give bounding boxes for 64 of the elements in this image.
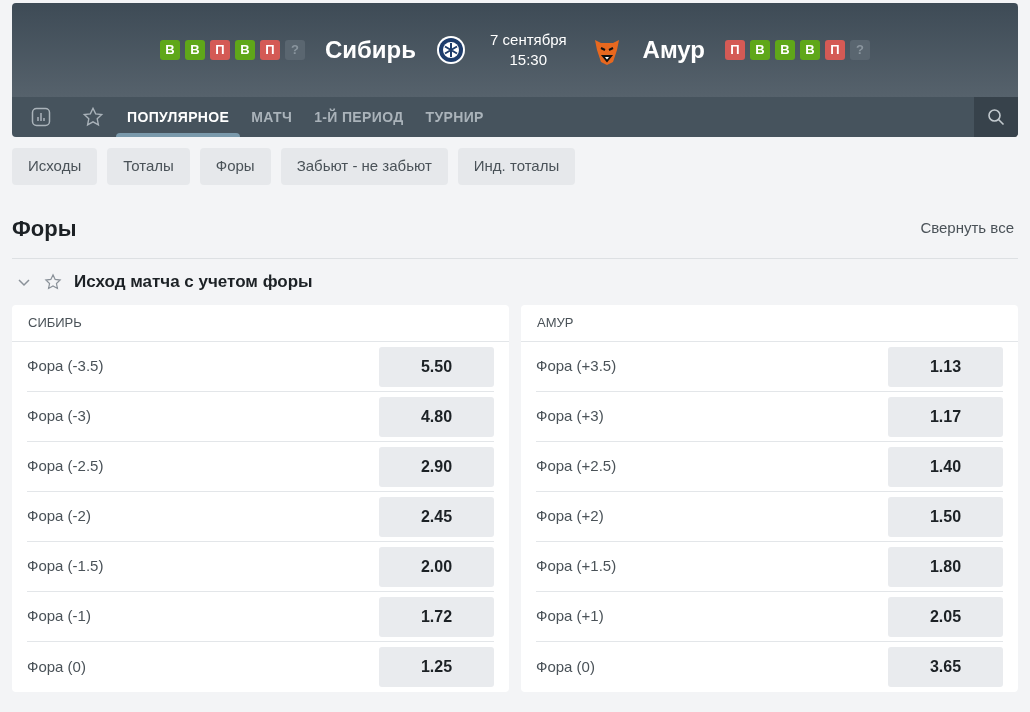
odds-button[interactable]: 2.90 — [379, 446, 494, 487]
form-badge: В — [775, 40, 796, 60]
form-badge: П — [825, 40, 846, 60]
handicap-label: Фора (+3) — [536, 406, 604, 427]
handicap-label: Фора (0) — [27, 656, 86, 677]
odds-button[interactable]: 3.65 — [888, 647, 1003, 687]
handicap-label: Фора (+3.5) — [536, 356, 617, 377]
handicap-label: Фора (-3) — [27, 406, 91, 427]
odds-button[interactable]: 2.05 — [888, 596, 1003, 637]
search-icon — [987, 108, 1005, 126]
odds-button[interactable]: 1.40 — [888, 446, 1003, 487]
odds-button[interactable]: 1.17 — [888, 396, 1003, 437]
odds-button[interactable]: 4.80 — [379, 396, 494, 437]
form-badge: В — [184, 40, 205, 60]
filter-chip[interactable]: Забьют - не забьют — [280, 148, 448, 185]
nav-tab[interactable]: ПОПУЛЯРНОЕ — [116, 97, 241, 137]
handicap-label: Фора (0) — [536, 656, 595, 677]
filter-chip[interactable]: Исходы — [12, 148, 98, 185]
filter-chip[interactable]: Тоталы — [107, 148, 190, 185]
nav-tab[interactable]: ТУРНИР — [414, 97, 495, 137]
star-icon — [82, 106, 104, 128]
handicap-label: Фора (-3.5) — [27, 356, 104, 377]
form-badge: П — [725, 40, 746, 60]
form-badge: П — [209, 40, 230, 60]
odds-button[interactable]: 1.13 — [888, 346, 1003, 387]
team-header: АМУР — [537, 314, 574, 333]
form-badge: В — [159, 40, 180, 60]
team-header: СИБИРЬ — [28, 314, 82, 333]
odds-button[interactable]: 2.45 — [379, 496, 494, 537]
collapse-all-link[interactable]: Свернуть все — [920, 217, 1014, 240]
filter-chip[interactable]: Инд. тоталы — [457, 148, 576, 185]
team-name: Сибирь — [324, 35, 417, 65]
section-title: Форы — [12, 215, 77, 243]
star-icon[interactable] — [44, 273, 62, 291]
handicap-label: Фора (-2.5) — [27, 456, 104, 477]
handicap-label: Фора (+1) — [536, 606, 604, 627]
form-badge: П — [259, 40, 280, 60]
form-badge: В — [750, 40, 771, 60]
chart-icon — [31, 107, 51, 127]
form-badge: В — [234, 40, 255, 60]
odds-button[interactable]: 1.80 — [888, 546, 1003, 587]
handicap-label: Фора (+1.5) — [536, 556, 617, 577]
odds-button[interactable]: 1.72 — [379, 596, 494, 637]
form-badge: ? — [850, 40, 871, 60]
market-title: Исход матча с учетом форы — [74, 271, 313, 294]
odds-button[interactable]: 1.25 — [379, 647, 494, 687]
odds-button[interactable]: 5.50 — [379, 346, 494, 387]
odds-button[interactable]: 2.00 — [379, 546, 494, 587]
match-date: 7 сентября — [490, 30, 567, 50]
match-time: 15:30 — [509, 50, 548, 70]
handicap-label: Фора (-1.5) — [27, 556, 104, 577]
handicap-label: Фора (+2) — [536, 506, 604, 527]
handicap-label: Фора (+2.5) — [536, 456, 617, 477]
team-name: Амур — [642, 35, 706, 65]
form-badge: ? — [284, 40, 305, 60]
form-badge: В — [800, 40, 821, 60]
nav-tab[interactable]: 1-Й ПЕРИОД — [303, 97, 415, 137]
filter-chip[interactable]: Форы — [199, 148, 271, 185]
snowflake-logo-icon — [436, 35, 467, 65]
handicap-label: Фора (-2) — [27, 506, 91, 527]
odds-button[interactable]: 1.50 — [888, 496, 1003, 537]
handicap-label: Фора (-1) — [27, 606, 91, 627]
search-button[interactable] — [974, 97, 1018, 137]
nav-tab[interactable]: МАТЧ — [240, 97, 304, 137]
